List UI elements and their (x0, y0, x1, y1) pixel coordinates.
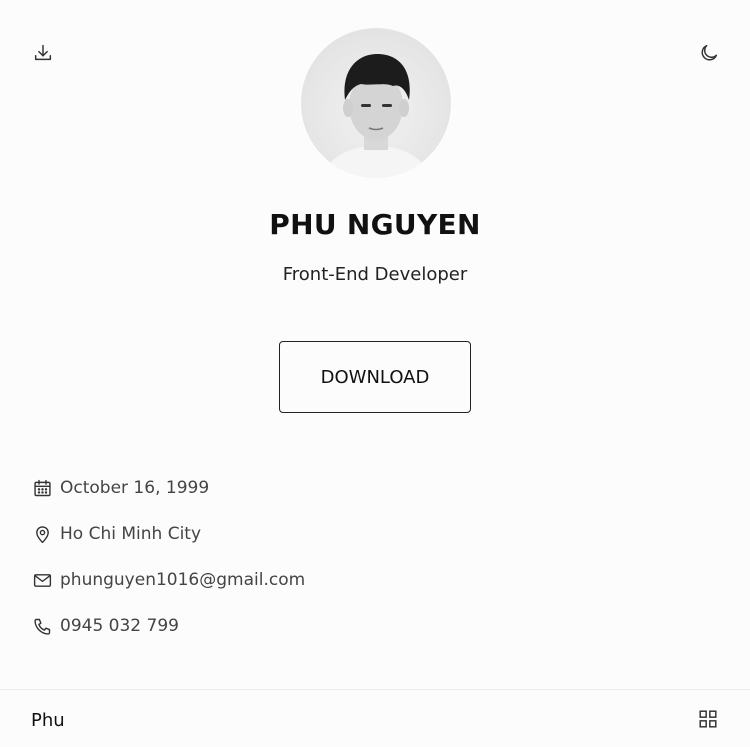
profile-title: Front-End Developer (282, 264, 468, 285)
info-birthday: October 16, 1999 (32, 474, 305, 502)
info-email: phunguyen1016@gmail.com (32, 566, 305, 594)
avatar (301, 28, 451, 178)
birthday-text: October 16, 1999 (60, 478, 210, 498)
moon-icon[interactable] (696, 40, 722, 66)
phone-text[interactable]: 0945 032 799 (60, 616, 179, 636)
phone-icon (34, 618, 51, 635)
info-list: October 16, 1999 Ho Chi Minh City phungu… (32, 474, 305, 658)
location-pin-icon (36, 525, 49, 543)
footer-logo[interactable]: Phu (31, 710, 65, 731)
info-location: Ho Chi Minh City (32, 520, 305, 548)
info-phone: 0945 032 799 (32, 612, 305, 640)
profile-name: PHU NGUYEN (269, 208, 481, 241)
grid-icon[interactable] (697, 708, 721, 732)
location-text: Ho Chi Minh City (60, 524, 202, 544)
download-icon[interactable] (30, 40, 56, 66)
mail-icon (33, 573, 52, 587)
profile-page: PHU NGUYEN Front-End Developer DOWNLOAD … (0, 0, 750, 747)
footer-bar: Phu (0, 689, 750, 747)
email-text[interactable]: phunguyen1016@gmail.com (60, 570, 305, 590)
calendar-icon (34, 479, 51, 496)
download-button[interactable]: DOWNLOAD (279, 341, 471, 413)
